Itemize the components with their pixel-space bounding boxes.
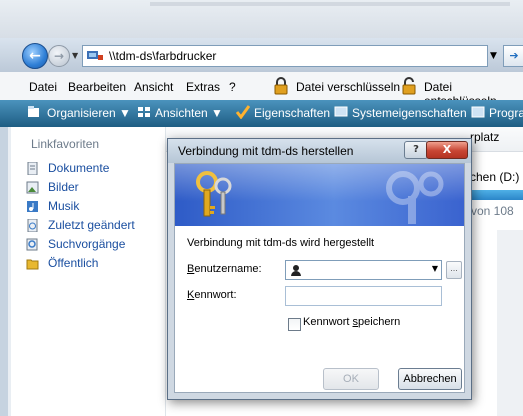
keys-icon <box>196 171 232 217</box>
help-button[interactable]: ? <box>404 141 428 159</box>
lock-closed-icon <box>274 77 288 95</box>
password-label: Kennwort: <box>187 289 237 301</box>
sidebar-item-label: Musik <box>48 199 80 213</box>
views-button[interactable]: Ansichten ▼ <box>155 106 223 120</box>
username-combobox[interactable]: ▼ <box>285 260 442 280</box>
dialog-titlebar[interactable]: Verbindung mit tdm-ds herstellen ? X <box>168 139 471 163</box>
favorites-header: Linkfavoriten <box>31 137 100 151</box>
close-button[interactable]: X <box>426 141 468 159</box>
network-folder-icon <box>87 51 103 60</box>
dialog-title: Verbindung mit tdm-ds herstellen <box>178 144 354 158</box>
system-properties-icon <box>334 106 348 117</box>
sidebar-item-music[interactable]: Musik <box>24 198 164 216</box>
sidebar-item-label: Bilder <box>48 180 79 194</box>
sidebar-item-public[interactable]: Öffentlich <box>24 255 164 273</box>
scroll-area <box>497 230 523 416</box>
programs-icon <box>471 106 485 118</box>
sidebar-item-label: Suchvorgänge <box>48 237 126 251</box>
drive-label-partial[interactable]: chen (D:) <box>470 170 519 184</box>
drive-usage-text: von 108 <box>471 204 514 218</box>
public-folder-icon <box>26 259 39 270</box>
organize-icon <box>28 106 39 117</box>
recent-icon <box>27 219 38 232</box>
sidebar-item-recent[interactable]: Zuletzt geändert <box>24 217 164 235</box>
ok-button[interactable]: OK <box>323 368 379 390</box>
window-left-border <box>8 127 11 416</box>
menu-bar: Datei Bearbeiten Ansicht Extras ? Datei … <box>0 72 523 108</box>
address-path: \\tdm-ds\farbdrucker <box>109 49 217 63</box>
back-arrow-icon: ← <box>29 48 41 64</box>
sidebar-item-documents[interactable]: Dokumente <box>24 160 164 178</box>
menu-edit[interactable]: Bearbeiten <box>68 80 126 94</box>
password-field[interactable] <box>285 286 442 306</box>
go-button[interactable]: ➔ <box>503 45 523 67</box>
dialog-banner <box>175 164 464 226</box>
programs-button[interactable]: Progra <box>489 106 523 120</box>
connecting-message: Verbindung mit tdm-ds wird hergestellt <box>187 237 375 249</box>
properties-button[interactable]: Eigenschaften <box>254 106 330 120</box>
organize-button[interactable]: Organisieren ▼ <box>47 106 131 120</box>
username-dropdown-icon[interactable]: ▼ <box>432 264 438 273</box>
sidebar-item-label: Zuletzt geändert <box>48 218 135 232</box>
back-button[interactable]: ← <box>22 43 48 69</box>
music-icon <box>27 201 38 212</box>
username-label: Benutzername: <box>187 263 262 275</box>
forward-button[interactable]: → <box>48 45 70 67</box>
forward-arrow-icon: → <box>53 49 65 63</box>
views-label: Ansichten <box>155 106 208 120</box>
save-password-checkbox[interactable] <box>288 318 301 331</box>
drive-usage-bar <box>470 190 523 200</box>
save-password-label[interactable]: Kennwort speichern <box>303 316 400 328</box>
address-row: ← → ▼ \\tdm-ds\farbdrucker ▼ ➔ <box>0 38 523 72</box>
window-left-edge <box>0 127 8 416</box>
menu-file[interactable]: Datei <box>29 80 57 94</box>
searches-icon <box>26 238 38 251</box>
navigation-pane: Linkfavoriten Dokumente Bilder Musik Zul… <box>0 127 166 416</box>
address-bar[interactable]: \\tdm-ds\farbdrucker <box>82 45 488 67</box>
column-header-partial: rplatz <box>470 130 500 144</box>
window-top-strip <box>0 0 523 38</box>
user-icon <box>291 265 301 276</box>
system-properties-button[interactable]: Systemeigenschaften <box>352 106 467 120</box>
sidebar-item-searches[interactable]: Suchvorgänge <box>24 236 164 254</box>
views-icon <box>138 107 150 117</box>
sidebar-item-pictures[interactable]: Bilder <box>24 179 164 197</box>
documents-icon <box>27 162 38 175</box>
lock-open-icon <box>402 77 416 95</box>
sidebar-item-label: Öffentlich <box>48 256 99 270</box>
address-dropdown-icon[interactable]: ▼ <box>490 51 497 61</box>
organize-label: Organisieren <box>47 106 116 120</box>
menu-view[interactable]: Ansicht <box>134 80 173 94</box>
sidebar-item-label: Dokumente <box>48 161 110 175</box>
history-dropdown-icon[interactable]: ▼ <box>72 51 78 60</box>
cancel-button[interactable]: Abbrechen <box>398 368 462 390</box>
pictures-icon <box>26 181 39 194</box>
checkmark-icon <box>236 105 250 119</box>
browse-button[interactable]: ... <box>446 261 462 279</box>
menu-help[interactable]: ? <box>229 80 236 94</box>
command-toolbar: Organisieren ▼ Ansichten ▼ Eigenschaften… <box>0 100 523 127</box>
encrypt-file-button[interactable]: Datei verschlüsseln <box>296 80 400 94</box>
connect-dialog: Verbindung mit tdm-ds herstellen ? X Ver… <box>167 138 472 400</box>
dialog-content: Verbindung mit tdm-ds wird hergestellt B… <box>174 163 465 393</box>
menu-tools[interactable]: Extras <box>186 80 220 94</box>
